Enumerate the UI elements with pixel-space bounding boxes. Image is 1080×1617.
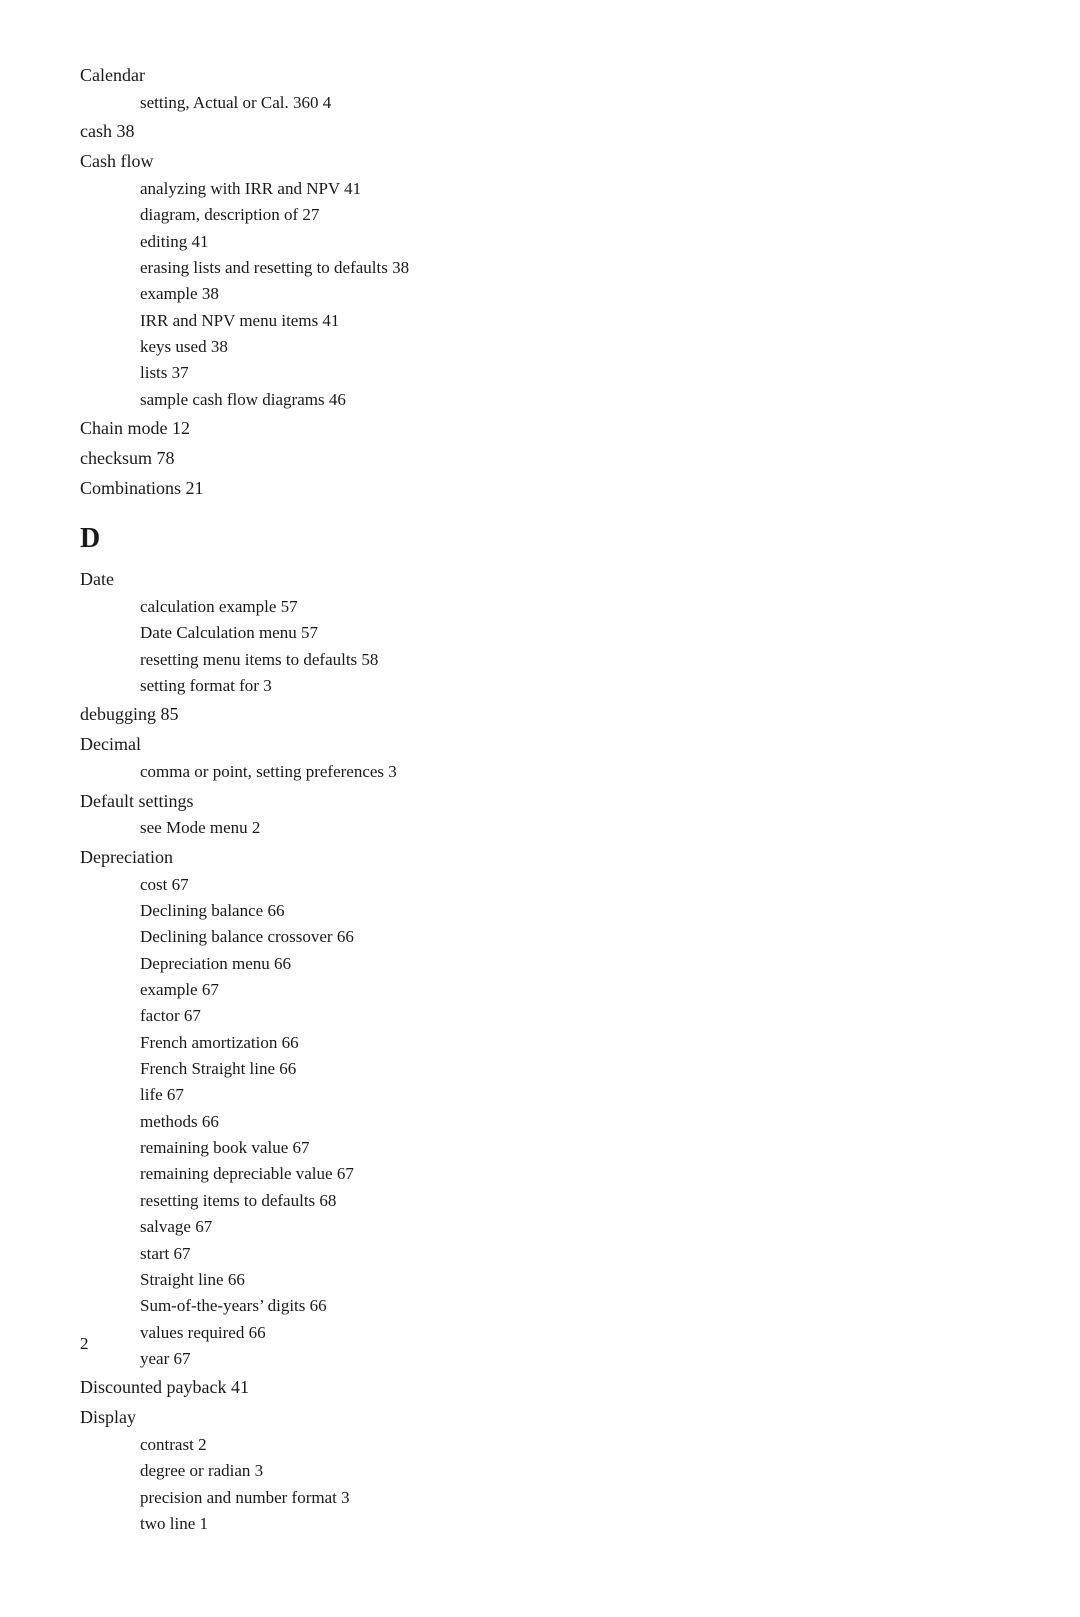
sub-entry: setting format for 3 [80, 673, 1000, 699]
sub-entry: see Mode menu 2 [80, 815, 1000, 841]
sub-entry: values required 66 [80, 1320, 1000, 1346]
top-level-entry: Combinations 21 [80, 475, 1000, 503]
sub-entry: remaining depreciable value 67 [80, 1161, 1000, 1187]
top-level-entry: debugging 85 [80, 701, 1000, 729]
page-number: 2 [80, 1334, 89, 1353]
sub-entry: salvage 67 [80, 1214, 1000, 1240]
sub-entry: Declining balance 66 [80, 898, 1000, 924]
sub-entry: IRR and NPV menu items 41 [80, 308, 1000, 334]
sub-entry: French amortization 66 [80, 1030, 1000, 1056]
sub-entry: Declining balance crossover 66 [80, 924, 1000, 950]
top-level-entry: Chain mode 12 [80, 415, 1000, 443]
top-level-entry: Cash flow [80, 148, 1000, 176]
sub-entry: example 67 [80, 977, 1000, 1003]
sub-entry: factor 67 [80, 1003, 1000, 1029]
top-level-entry: checksum 78 [80, 445, 1000, 473]
sub-entry: diagram, description of 27 [80, 202, 1000, 228]
sub-entry: calculation example 57 [80, 594, 1000, 620]
sub-entry: start 67 [80, 1241, 1000, 1267]
top-level-entry: Decimal [80, 731, 1000, 759]
sub-entry: Straight line 66 [80, 1267, 1000, 1293]
sub-entry: keys used 38 [80, 334, 1000, 360]
sub-entry: methods 66 [80, 1109, 1000, 1135]
sub-entry: cost 67 [80, 872, 1000, 898]
sub-entry: year 67 [80, 1346, 1000, 1372]
sub-entry: degree or radian 3 [80, 1458, 1000, 1484]
sub-entry: editing 41 [80, 229, 1000, 255]
sub-entry: comma or point, setting preferences 3 [80, 759, 1000, 785]
sub-entry: lists 37 [80, 360, 1000, 386]
index-content: Calendarsetting, Actual or Cal. 360 4cas… [80, 62, 1000, 1537]
top-level-entry: Display [80, 1404, 1000, 1432]
sub-entry: analyzing with IRR and NPV 41 [80, 176, 1000, 202]
page-footer: 2 [80, 1331, 89, 1357]
sub-entry: contrast 2 [80, 1432, 1000, 1458]
sub-entry: two line 1 [80, 1511, 1000, 1537]
top-level-entry: Default settings [80, 788, 1000, 816]
sub-entry: example 38 [80, 281, 1000, 307]
sub-entry: Sum-of-the-years’ digits 66 [80, 1293, 1000, 1319]
sub-entry: Depreciation menu 66 [80, 951, 1000, 977]
sub-entry: precision and number format 3 [80, 1485, 1000, 1511]
top-level-entry: Discounted payback 41 [80, 1374, 1000, 1402]
sub-entry: resetting menu items to defaults 58 [80, 647, 1000, 673]
sub-entry: life 67 [80, 1082, 1000, 1108]
top-level-entry: cash 38 [80, 118, 1000, 146]
section-letter-d: D [80, 517, 1000, 560]
sub-entry: erasing lists and resetting to defaults … [80, 255, 1000, 281]
top-level-entry: Date [80, 566, 1000, 594]
sub-entry: Date Calculation menu 57 [80, 620, 1000, 646]
sub-entry: French Straight line 66 [80, 1056, 1000, 1082]
sub-entry: sample cash flow diagrams 46 [80, 387, 1000, 413]
top-level-entry: Depreciation [80, 844, 1000, 872]
sub-entry: resetting items to defaults 68 [80, 1188, 1000, 1214]
top-level-entry: Calendar [80, 62, 1000, 90]
sub-entry: remaining book value 67 [80, 1135, 1000, 1161]
sub-entry: setting, Actual or Cal. 360 4 [80, 90, 1000, 116]
